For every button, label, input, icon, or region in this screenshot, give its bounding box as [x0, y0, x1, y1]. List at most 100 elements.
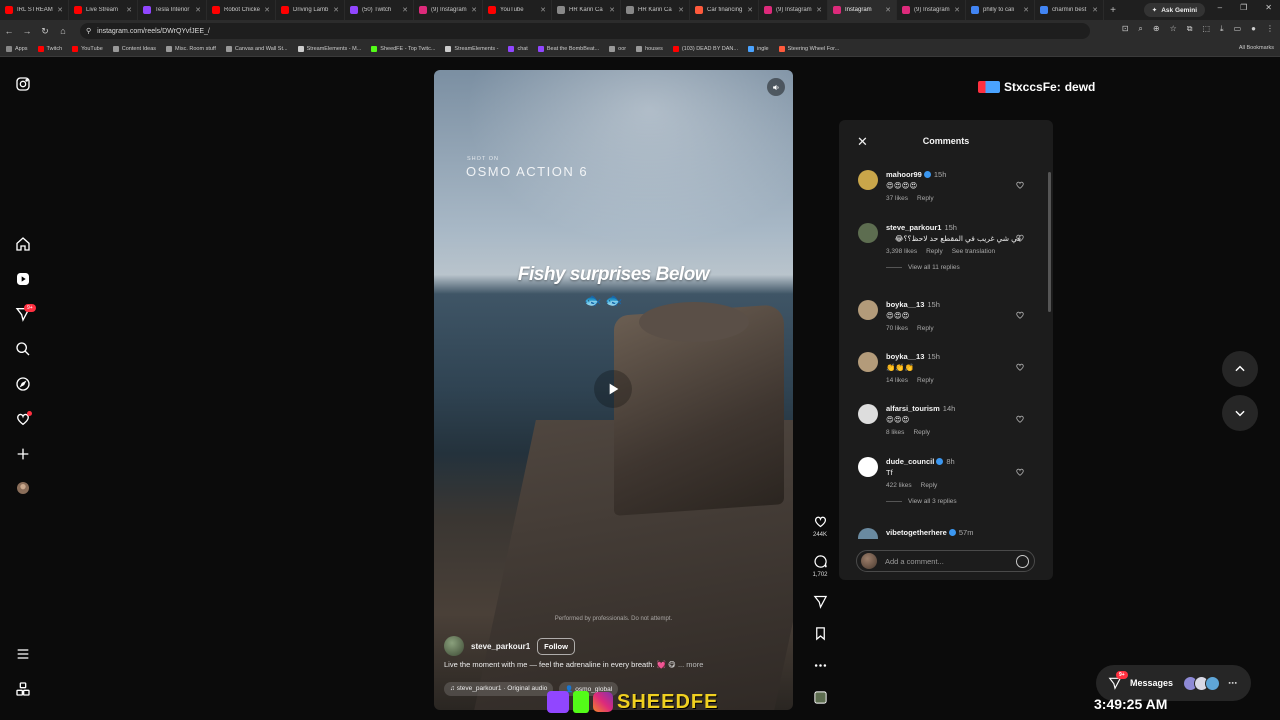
tab-close-icon[interactable]: ✕	[471, 6, 477, 14]
comment-action[interactable]: 1,702	[805, 554, 835, 578]
comment-likes[interactable]: 8 likes	[886, 429, 904, 436]
browser-tab[interactable]: IRL STREAM ✕	[0, 0, 69, 20]
bookmark-item[interactable]: chat	[508, 46, 528, 52]
commenter-avatar[interactable]	[858, 404, 878, 424]
browser-tab[interactable]: (50) Twitch ✕	[345, 0, 414, 20]
follow-button[interactable]: Follow	[537, 637, 575, 655]
comment-likes[interactable]: 70 likes	[886, 325, 908, 332]
home-icon[interactable]: ⌂	[54, 26, 72, 36]
commenter-avatar[interactable]	[858, 457, 878, 477]
browser-tab[interactable]: philly to cali ✕	[966, 0, 1035, 20]
instagram-logo-icon[interactable]	[14, 75, 32, 93]
bookmark-item[interactable]: SheedFE - Top Twitc...	[371, 46, 435, 52]
tab-close-icon[interactable]: ✕	[126, 6, 132, 14]
bookmark-star-icon[interactable]: ☆	[1170, 24, 1177, 34]
comment-likes[interactable]: 422 likes	[886, 482, 912, 489]
minimize-icon[interactable]: –	[1218, 3, 1222, 12]
commenter-avatar[interactable]	[858, 528, 878, 539]
comment-like-heart-icon[interactable]	[1015, 310, 1025, 320]
tab-close-icon[interactable]: ✕	[1023, 6, 1029, 14]
previous-reel-button[interactable]	[1222, 351, 1258, 387]
bookmark-item[interactable]: StreamElements -	[445, 46, 498, 52]
close-window-icon[interactable]: ✕	[1265, 3, 1272, 12]
commenter-avatar[interactable]	[858, 352, 878, 372]
original-audio-link[interactable]: ♫ steve_parkour1 · Original audio	[444, 682, 554, 696]
bookmark-item[interactable]: ingle	[747, 46, 769, 52]
author-username[interactable]: steve_parkour1	[471, 642, 530, 651]
reel-video[interactable]: SHOT ON OSMO ACTION 6 Fishy surprises Be…	[434, 70, 793, 710]
browser-tab[interactable]: HR Karin Ca ✕	[621, 0, 690, 20]
like-action[interactable]: 244K	[805, 514, 835, 538]
browser-tab[interactable]: (9) Instagram ✕	[759, 0, 828, 20]
view-replies-link[interactable]: View all 3 replies	[886, 498, 1021, 505]
audio-thumbnail[interactable]	[805, 690, 835, 708]
bookmark-item[interactable]: (103) DEAD BY DAN...	[672, 46, 738, 52]
bookmark-item[interactable]: Beat the BombBeat...	[537, 46, 599, 52]
bookmark-item[interactable]: Misc. Room stuff	[166, 46, 216, 52]
reply-link[interactable]: Reply	[926, 248, 943, 255]
browser-tab[interactable]: (9) Instagram ✕	[414, 0, 483, 20]
reply-link[interactable]: Reply	[913, 429, 930, 436]
tab-close-icon[interactable]: ✕	[885, 6, 891, 14]
see-translation-link[interactable]: See translation	[952, 248, 995, 255]
commenter-username[interactable]: mahoor99	[886, 170, 922, 179]
tab-close-icon[interactable]: ✕	[954, 6, 960, 14]
bookmark-item[interactable]: Canvas and Wall St...	[225, 46, 288, 52]
comment-like-heart-icon[interactable]	[1015, 180, 1025, 190]
maximize-icon[interactable]: ❐	[1240, 3, 1247, 12]
reels-nav-icon[interactable]	[14, 270, 32, 288]
bookmark-item[interactable]: Twitch	[37, 46, 62, 52]
browser-tab[interactable]: Car financing ✕	[690, 0, 759, 20]
menu-kebab-icon[interactable]: ⋮	[1266, 24, 1274, 34]
install-app-icon[interactable]: ⊡	[1122, 24, 1129, 34]
commenter-username[interactable]: boyka__13	[886, 300, 924, 309]
browser-tab[interactable]: Tesla Interior ✕	[138, 0, 207, 20]
commenter-username[interactable]: vibetogetherhere	[886, 528, 947, 537]
reply-link[interactable]: Reply	[917, 325, 934, 332]
browser-tab[interactable]: charmin best ✕	[1035, 0, 1104, 20]
tab-close-icon[interactable]: ✕	[1092, 6, 1098, 14]
tab-close-icon[interactable]: ✕	[678, 6, 684, 14]
tab-close-icon[interactable]: ✕	[747, 6, 753, 14]
tab-close-icon[interactable]: ✕	[816, 6, 822, 14]
tab-close-icon[interactable]: ✕	[609, 6, 615, 14]
commenter-username[interactable]: boyka__13	[886, 352, 924, 361]
bookmark-item[interactable]: Content Ideas	[112, 46, 156, 52]
reply-link[interactable]: Reply	[917, 377, 934, 384]
home-nav-icon[interactable]	[14, 235, 32, 253]
comment-like-heart-icon[interactable]	[1015, 362, 1025, 372]
caption-more-link[interactable]: ... more	[678, 660, 703, 669]
ask-gemini-button[interactable]: ✦ Ask Gemini	[1143, 3, 1205, 17]
comment-likes[interactable]: 14 likes	[886, 377, 908, 384]
reload-icon[interactable]: ↻	[36, 26, 54, 37]
browser-tab[interactable]: YouTube ✕	[483, 0, 552, 20]
all-bookmarks-button[interactable]: All Bookmarks	[1239, 45, 1274, 51]
browser-tab[interactable]: HR Karin Ca ✕	[552, 0, 621, 20]
browser-tab[interactable]: Driving Lamb ✕	[276, 0, 345, 20]
extensions-puzzle-icon[interactable]: ⬚	[1202, 24, 1210, 34]
bookmark-item[interactable]: StreamElements - M...	[297, 46, 361, 52]
save-action[interactable]	[805, 626, 835, 644]
browser-tab[interactable]: Instagram ✕	[828, 0, 897, 20]
commenter-avatar[interactable]	[858, 300, 878, 320]
also-from-meta-icon[interactable]	[14, 680, 32, 698]
zoom-icon[interactable]: ⊕	[1153, 24, 1160, 34]
tab-close-icon[interactable]: ✕	[195, 6, 201, 14]
comment-likes[interactable]: 37 likes	[886, 195, 908, 202]
browser-tab[interactable]: Live Stream ✕	[69, 0, 138, 20]
commenter-username[interactable]: alfarsi_tourism	[886, 404, 940, 413]
search-page-icon[interactable]: ⌕	[1138, 24, 1142, 34]
commenter-username[interactable]: dude_council	[886, 457, 934, 466]
tab-close-icon[interactable]: ✕	[333, 6, 339, 14]
audio-toggle-button[interactable]	[767, 78, 785, 96]
create-plus-icon[interactable]	[14, 445, 32, 463]
bookmark-item[interactable]: oor	[609, 46, 626, 52]
reply-link[interactable]: Reply	[921, 482, 938, 489]
tab-close-icon[interactable]: ✕	[57, 6, 63, 14]
tab-close-icon[interactable]: ✕	[540, 6, 546, 14]
play-button[interactable]	[594, 370, 632, 408]
explore-compass-icon[interactable]	[14, 375, 32, 393]
bookmark-item[interactable]: Apps	[6, 46, 28, 52]
comment-likes[interactable]: 3,398 likes	[886, 248, 917, 255]
add-comment-field[interactable]: Add a comment...	[856, 550, 1035, 572]
